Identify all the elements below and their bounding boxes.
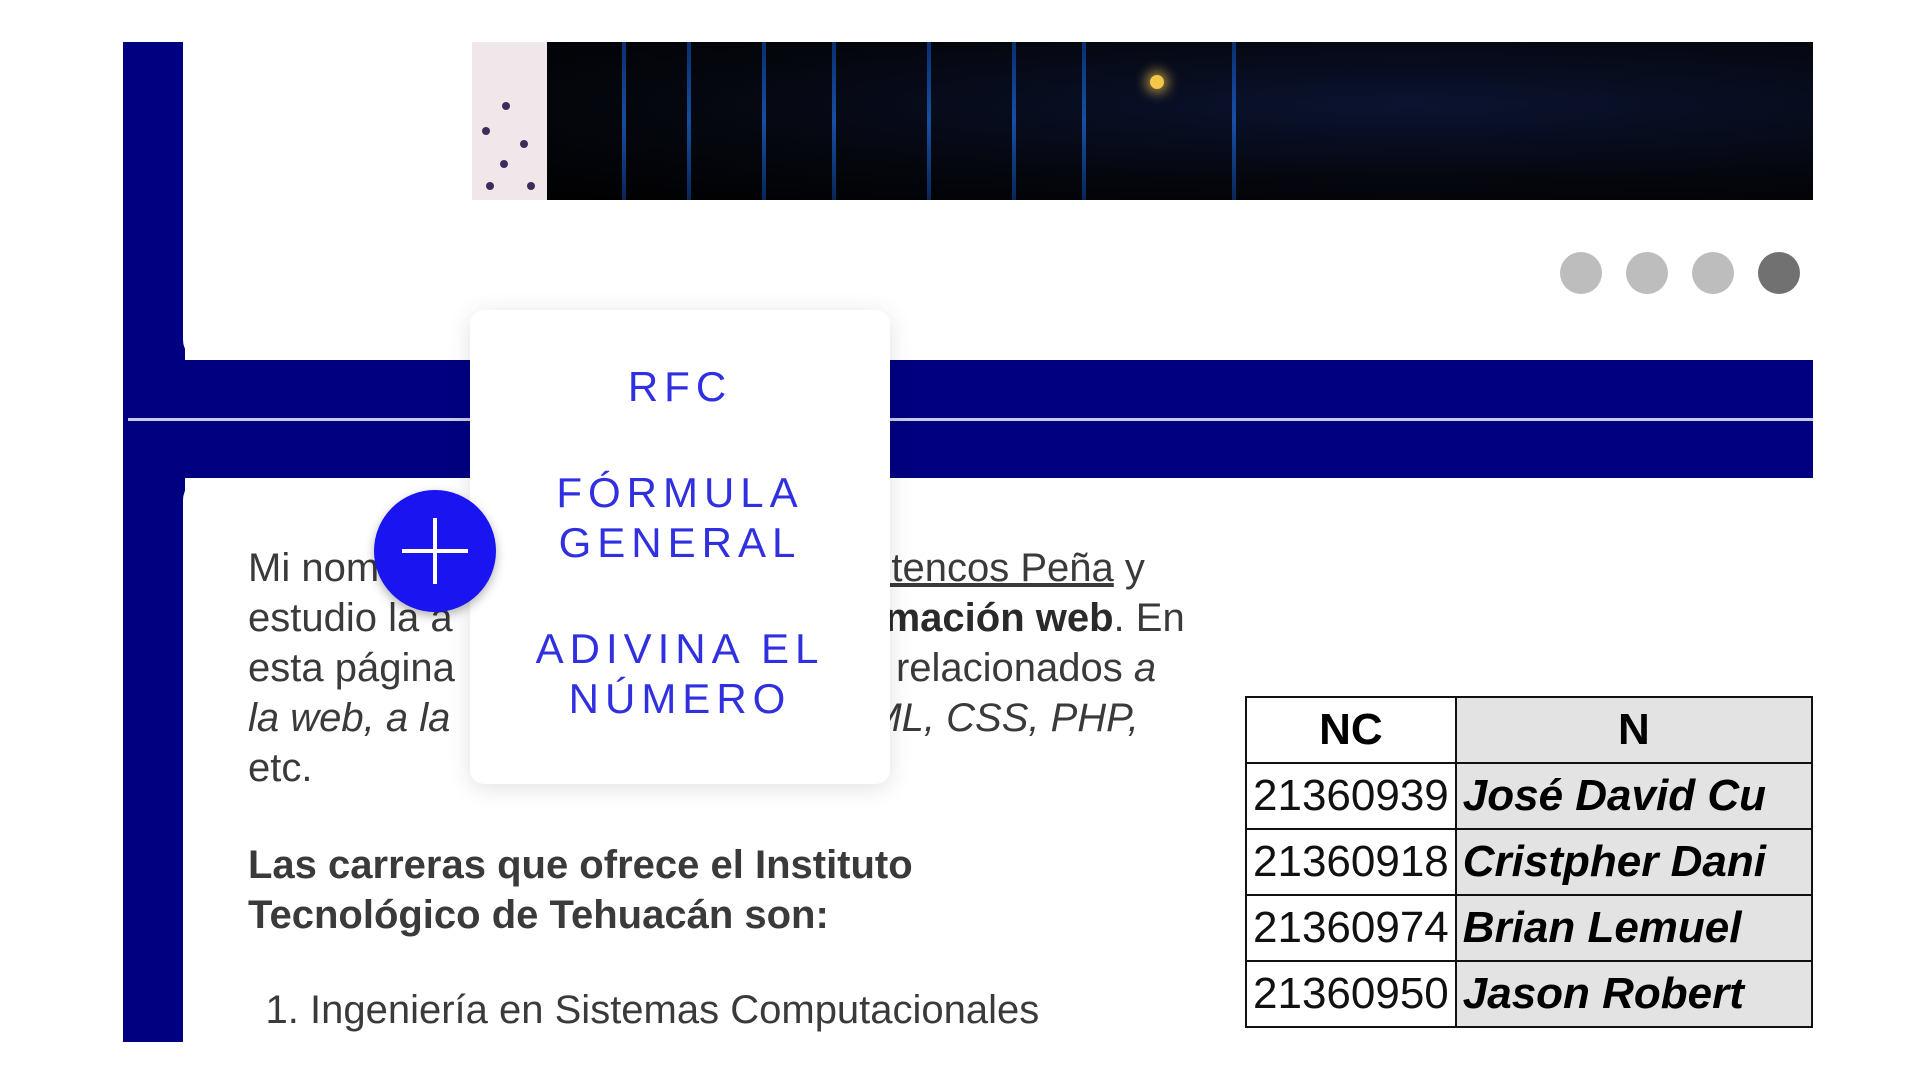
carousel-image xyxy=(472,42,1813,200)
band-divider xyxy=(128,418,1813,421)
table-row: 21360974 Brian Lemuel xyxy=(1245,894,1813,962)
carousel-dot-3[interactable] xyxy=(1692,252,1734,294)
add-button[interactable] xyxy=(374,490,496,612)
cell-name: José David Cu xyxy=(1454,762,1813,830)
carousel-dot-1[interactable] xyxy=(1560,252,1602,294)
intro-text: y xyxy=(1113,546,1145,590)
name-link[interactable]: utencos Peña xyxy=(869,546,1114,590)
table-header-row: NC N xyxy=(1245,696,1813,764)
confetti-decoration xyxy=(472,42,547,200)
string-light xyxy=(1150,75,1164,89)
students-table-container: NC N 21360939 José David Cu 21360918 Cri… xyxy=(1245,696,1813,1042)
table-row: 21360918 Cristpher Dani xyxy=(1245,828,1813,896)
intro-text: relacionados xyxy=(884,646,1134,690)
careers-list: Ingeniería en Sistemas Computacionales xyxy=(270,985,1039,1035)
menu-item-adivina-el-numero[interactable]: ADIVINA EL NÚMERO xyxy=(520,624,840,724)
intro-emphasis: ML, CSS, PHP, xyxy=(868,696,1139,740)
cell-name: Jason Robert xyxy=(1454,960,1813,1028)
intro-emphasis: la web, a la xyxy=(248,696,451,740)
cell-nc: 21360918 xyxy=(1245,828,1457,896)
intro-bold: mación web xyxy=(884,596,1114,640)
cell-name: Brian Lemuel xyxy=(1454,894,1813,962)
column-header-name: N xyxy=(1454,696,1813,764)
students-table: NC N 21360939 José David Cu 21360918 Cri… xyxy=(1245,696,1813,1028)
cell-nc: 21360939 xyxy=(1245,762,1457,830)
fab-menu: RFC FÓRMULA GENERAL ADIVINA EL NÚMERO xyxy=(470,310,890,784)
carousel-indicators xyxy=(1560,252,1800,294)
menu-item-formula-general[interactable]: FÓRMULA GENERAL xyxy=(530,468,830,568)
cell-name: Cristpher Dani xyxy=(1454,828,1813,896)
menu-item-rfc[interactable]: RFC xyxy=(628,362,732,412)
left-sidebar-bar xyxy=(123,42,185,1042)
intro-text: Mi nom xyxy=(248,546,380,590)
table-row: 21360939 José David Cu xyxy=(1245,762,1813,830)
cell-nc: 21360950 xyxy=(1245,960,1457,1028)
carousel-dot-4[interactable] xyxy=(1758,252,1800,294)
intro-emphasis: a xyxy=(1133,646,1157,690)
list-item: Ingeniería en Sistemas Computacionales xyxy=(310,985,1039,1035)
cell-nc: 21360974 xyxy=(1245,894,1457,962)
column-header-nc: NC xyxy=(1245,696,1457,764)
careers-heading: Las carreras que ofrece el Instituto Tec… xyxy=(248,843,913,937)
table-row: 21360950 Jason Robert xyxy=(1245,960,1813,1028)
carousel-dot-2[interactable] xyxy=(1626,252,1668,294)
intro-text: esta página xyxy=(248,646,455,690)
plus-icon xyxy=(433,518,437,584)
intro-text: . En xyxy=(1113,596,1185,640)
